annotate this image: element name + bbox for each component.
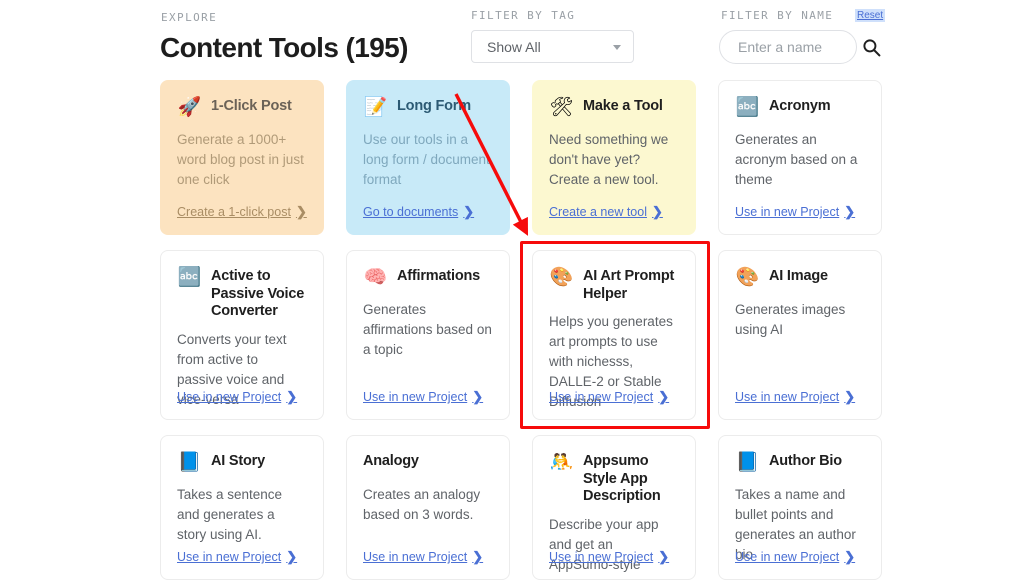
tool-card-action-link[interactable]: Use in new Project ❯ — [363, 389, 483, 405]
tool-card-title: Long Form — [397, 98, 471, 114]
tool-card-header: 🚀 1-Click Post — [177, 95, 307, 121]
tool-card[interactable]: 🔤 Active to Passive Voice Converter Conver… — [160, 250, 324, 420]
closed-book-icon: 📘 — [177, 452, 202, 473]
tool-card-description: Takes a sentence and generates a story u… — [177, 487, 283, 542]
chevron-right-icon: ❯ — [463, 204, 475, 219]
chevron-right-icon: ❯ — [286, 549, 298, 564]
tool-card-action-label: Use in new Project — [735, 390, 840, 404]
tool-card[interactable]: 🎨 AI Image Generates images using AI Use in… — [718, 250, 882, 420]
tool-card-title: 1-Click Post — [211, 98, 292, 114]
tool-card-description: Generates affirmations based on a topic — [363, 302, 492, 357]
tool-card[interactable]: 🎨 AI Art Prompt Helper Helps you generates… — [532, 250, 696, 420]
tool-card-action-label: Create a new tool — [549, 205, 647, 219]
tool-card-title: Acronym — [769, 98, 831, 114]
chevron-right-icon: ❯ — [472, 389, 484, 404]
tool-card[interactable]: 🛠 Make a Tool Need something we don't have… — [532, 80, 696, 235]
tool-card-action-label: Use in new Project — [177, 550, 282, 564]
tool-card-grid: 🚀 1-Click Post Generate a 1000+ word blog … — [0, 0, 1024, 580]
tool-card-action-link[interactable]: Create a new tool ❯ — [549, 204, 663, 220]
tool-card-header: 🔤 Active to Passive Voice Converter — [177, 265, 307, 321]
blue-book-icon: 📘 — [735, 452, 760, 473]
content-tools-page: EXPLORE Content Tools (195) FILTER BY TA… — [0, 0, 1024, 580]
tool-card-header: 🎨 AI Image — [735, 265, 865, 291]
tool-card-action-link[interactable]: Use in new Project ❯ — [177, 389, 297, 405]
tool-card-header: Analogy — [363, 450, 493, 476]
tool-card-action-label: Use in new Project — [363, 390, 468, 404]
chevron-right-icon: ❯ — [844, 204, 856, 219]
chevron-right-icon: ❯ — [651, 204, 663, 219]
tool-card-action-label: Go to documents — [363, 205, 459, 219]
tool-card[interactable]: 📝 Long Form Use our tools in a long form /… — [346, 80, 510, 235]
artist-palette-icon: 🎨 — [549, 267, 574, 288]
chevron-right-icon: ❯ — [844, 389, 856, 404]
tool-card-action-label: Use in new Project — [177, 390, 282, 404]
tool-card-header: 🔤 Acronym — [735, 95, 865, 121]
tool-card-header: 📘 Author Bio — [735, 450, 865, 476]
tool-card-action-link[interactable]: Use in new Project ❯ — [549, 549, 669, 565]
tool-card-header: 📘 AI Story — [177, 450, 307, 476]
tool-card-action-link[interactable]: Use in new Project ❯ — [363, 549, 483, 565]
tool-card-title: AI Story — [211, 453, 265, 469]
tool-card-description: Generates images using AI — [735, 302, 846, 337]
head-with-lightbulb-icon: 🧠 — [363, 267, 388, 288]
tool-card-description: Creates an analogy based on 3 words. — [363, 487, 481, 522]
tool-card-description: Generate a 1000+ word blog post in just … — [177, 132, 304, 187]
tool-card-header: 🛠 Make a Tool — [549, 95, 679, 121]
tool-card-title: Active to Passive Voice Converter — [211, 268, 305, 320]
abc-letters-icon: 🔤 — [735, 97, 760, 118]
tool-card-description: Generates an acronym based on a theme — [735, 132, 858, 187]
tool-card-header: 🎨 AI Art Prompt Helper — [549, 265, 679, 303]
tool-card-action-label: Use in new Project — [549, 390, 654, 404]
tool-card-action-label: Create a 1-click post — [177, 205, 291, 219]
tool-card-action-link[interactable]: Use in new Project ❯ — [735, 389, 855, 405]
tool-card-description: Need something we don't have yet? Create… — [549, 132, 669, 187]
tool-card[interactable]: 📘 AI Story Takes a sentence and generates … — [160, 435, 324, 580]
tool-card-action-link[interactable]: Create a 1-click post ❯ — [177, 204, 307, 220]
tool-card-action-link[interactable]: Use in new Project ❯ — [735, 549, 855, 565]
chevron-right-icon: ❯ — [844, 549, 856, 564]
tool-card[interactable]: 🔤 Acronym Generates an acronym based on a … — [718, 80, 882, 235]
tool-card-header: 🤼 Appsumo Style App Description — [549, 450, 679, 506]
tool-card-description: Describe your app and get an AppSumo-sty… — [549, 517, 659, 579]
tool-card-title: Analogy — [363, 453, 419, 469]
abc-letters-icon: 🔤 — [177, 267, 202, 288]
tool-card-action-link[interactable]: Use in new Project ❯ — [549, 389, 669, 405]
tool-card-action-link[interactable]: Use in new Project ❯ — [177, 549, 297, 565]
tool-card-action-label: Use in new Project — [735, 550, 840, 564]
tool-card-action-label: Use in new Project — [363, 550, 468, 564]
tool-card-action-link[interactable]: Go to documents ❯ — [363, 204, 474, 220]
tool-card-title: AI Art Prompt Helper — [583, 268, 675, 302]
hammer-and-wrench-icon: 🛠 — [549, 97, 574, 118]
tool-card[interactable]: 🧠 Affirmations Generates affirmations base… — [346, 250, 510, 420]
tool-card-header: 🧠 Affirmations — [363, 265, 493, 291]
tool-card-title: Affirmations — [397, 268, 480, 284]
tool-card-action-label: Use in new Project — [735, 205, 840, 219]
chevron-right-icon: ❯ — [658, 389, 670, 404]
artist-palette-icon: 🎨 — [735, 267, 760, 288]
tool-card-header: 📝 Long Form — [363, 95, 493, 121]
tool-card[interactable]: Analogy Creates an analogy based on 3 wor… — [346, 435, 510, 580]
tool-card-title: Make a Tool — [583, 98, 663, 114]
tool-card-title: AI Image — [769, 268, 828, 284]
memo-pencil-icon: 📝 — [363, 97, 388, 118]
chevron-right-icon: ❯ — [658, 549, 670, 564]
tool-card-title: Author Bio — [769, 453, 842, 469]
sumo-wrestler-icon: 🤼 — [549, 452, 574, 473]
tool-card-title: Appsumo Style App Description — [583, 453, 661, 505]
chevron-right-icon: ❯ — [286, 389, 298, 404]
tool-card-action-label: Use in new Project — [549, 550, 654, 564]
chevron-right-icon: ❯ — [472, 549, 484, 564]
chevron-right-icon: ❯ — [295, 204, 307, 219]
tool-card-action-link[interactable]: Use in new Project ❯ — [735, 204, 855, 220]
rocket-icon: 🚀 — [177, 97, 202, 118]
tool-card-description: Use our tools in a long form / document … — [363, 132, 490, 187]
tool-card[interactable]: 📘 Author Bio Takes a name and bullet point… — [718, 435, 882, 580]
tool-card[interactable]: 🤼 Appsumo Style App Description Describe y… — [532, 435, 696, 580]
tool-card[interactable]: 🚀 1-Click Post Generate a 1000+ word blog … — [160, 80, 324, 235]
